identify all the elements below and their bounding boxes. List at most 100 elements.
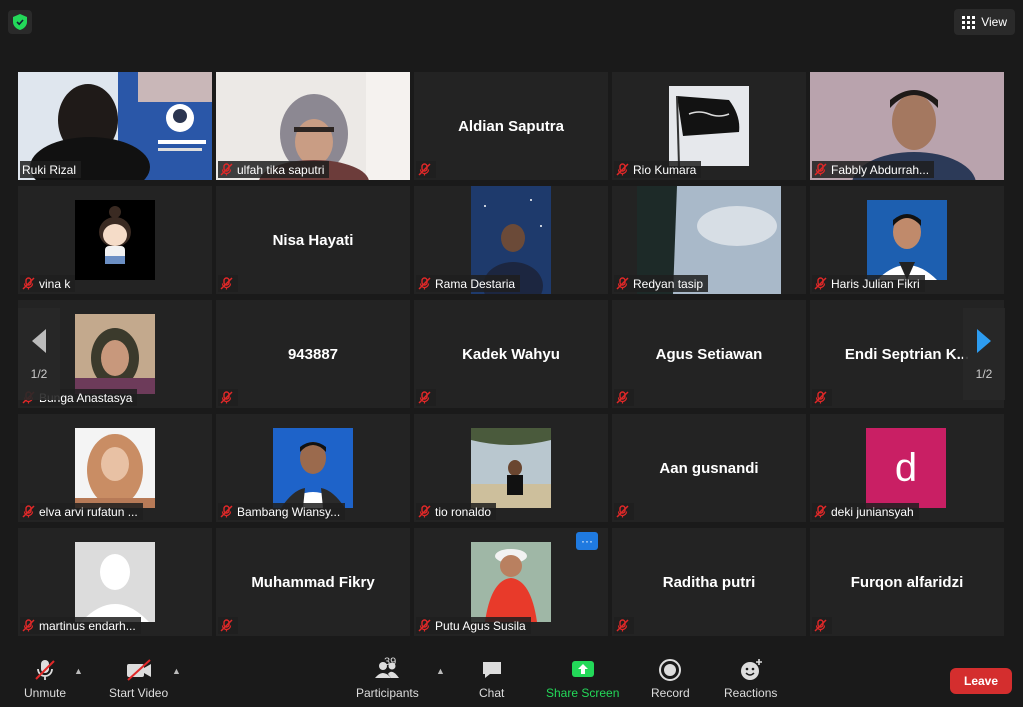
participant-name: Rama Destaria [435, 276, 516, 291]
mic-muted-icon [814, 163, 827, 176]
chat-label: Chat [479, 686, 505, 700]
participant-label [416, 389, 436, 406]
participant-tile[interactable]: Redyan tasip [612, 186, 806, 294]
participant-tile[interactable]: Nisa Hayati [216, 186, 410, 294]
participant-tile[interactable]: 943887 [216, 300, 410, 408]
mic-muted-icon [22, 277, 35, 290]
mic-muted-icon [220, 163, 233, 176]
mic-muted-icon [616, 277, 629, 290]
audio-options-caret-icon[interactable]: ▲ [74, 666, 83, 676]
participant-label: Rio Kumara [614, 161, 702, 178]
participant-tile[interactable]: Aan gusnandi [612, 414, 806, 522]
view-button[interactable]: View [954, 9, 1015, 35]
participant-tile[interactable]: Aldian Saputra [414, 72, 608, 180]
mic-muted-icon [616, 391, 629, 404]
unmute-button[interactable]: Unmute [24, 658, 66, 700]
participant-display-name: Muhammad Fikry [251, 573, 375, 591]
participant-name: martinus endarh... [39, 618, 136, 633]
participant-label: Haris Julian Fikri [812, 275, 925, 292]
participant-label: martinus endarh... [20, 617, 141, 634]
participant-tile[interactable]: Raditha putri [612, 528, 806, 636]
mic-muted-icon [814, 619, 827, 632]
start-video-button[interactable]: Start Video [109, 658, 168, 700]
view-label: View [981, 15, 1007, 29]
participant-display-name: 943887 [287, 345, 339, 363]
participant-label [614, 617, 634, 634]
participant-label: vina k [20, 275, 76, 292]
mic-muted-icon [35, 660, 55, 680]
participant-label [218, 389, 238, 406]
reactions-button[interactable]: Reactions [724, 658, 777, 700]
previous-page-button[interactable]: 1/2 [18, 308, 60, 400]
participant-label [218, 617, 238, 634]
participant-label [218, 275, 238, 292]
video-options-caret-icon[interactable]: ▲ [172, 666, 181, 676]
participant-display-name: Agus Setiawan [655, 345, 763, 363]
participant-tile[interactable]: Ruki Rizal [18, 72, 212, 180]
participant-label: elva arvi rufatun ... [20, 503, 143, 520]
participant-name: Putu Agus Susila [435, 618, 526, 633]
participant-photo [669, 86, 749, 166]
participant-display-name: Kadek Wahyu [462, 345, 560, 363]
participant-label [614, 503, 634, 520]
participant-display-name: Furqon alfaridzi [850, 573, 964, 591]
participant-label: Redyan tasip [614, 275, 709, 292]
default-avatar-icon [75, 542, 155, 622]
unmute-label: Unmute [24, 686, 67, 700]
avatar-initial: d [866, 428, 946, 508]
participant-tile[interactable]: Fabbly Abdurrah... [810, 72, 1004, 180]
participant-label: ulfah tika saputri [218, 161, 330, 178]
gallery-grid: Ruki Rizal ulfah tika saputri Aldian Sap… [18, 72, 1006, 638]
mic-muted-icon [22, 619, 35, 632]
record-icon [659, 659, 682, 681]
next-page-button[interactable]: 1/2 [963, 308, 1005, 400]
participant-tile[interactable]: vina k [18, 186, 212, 294]
participants-label: Participants [356, 686, 419, 700]
participant-label [812, 617, 832, 634]
participant-label: Fabbly Abdurrah... [812, 161, 935, 178]
participant-tile[interactable]: d deki juniansyah [810, 414, 1004, 522]
participant-tile[interactable]: Rama Destaria [414, 186, 608, 294]
participant-photo [867, 200, 947, 280]
mic-muted-icon [814, 391, 827, 404]
participant-name: Ruki Rizal [22, 162, 77, 177]
leave-button[interactable]: Leave [950, 668, 1012, 694]
chat-button[interactable]: Chat [479, 658, 504, 700]
mic-muted-icon [220, 619, 233, 632]
chevron-right-icon [977, 329, 991, 353]
participants-button[interactable]: 39 Participants [356, 656, 419, 700]
participant-tile[interactable]: Rio Kumara [612, 72, 806, 180]
participant-photo [273, 428, 353, 508]
participant-name: ulfah tika saputri [237, 162, 325, 177]
participant-name: vina k [39, 276, 71, 291]
participant-tile[interactable]: Muhammad Fikry [216, 528, 410, 636]
participant-name: Rio Kumara [633, 162, 697, 177]
participant-tile[interactable]: Agus Setiawan [612, 300, 806, 408]
participant-display-name: Nisa Hayati [272, 231, 354, 249]
chevron-left-icon [32, 329, 46, 353]
participant-tile[interactable]: tio ronaldo [414, 414, 608, 522]
participant-tile[interactable]: ulfah tika saputri [216, 72, 410, 180]
participant-tile[interactable]: Kadek Wahyu [414, 300, 608, 408]
mic-muted-icon [22, 505, 35, 518]
record-button[interactable]: Record [651, 658, 690, 700]
share-screen-button[interactable]: Share Screen [546, 658, 619, 700]
mic-muted-icon [418, 505, 431, 518]
mic-muted-icon [616, 619, 629, 632]
participant-tile[interactable]: Bambang Wiansy... [216, 414, 410, 522]
participant-name: deki juniansyah [831, 504, 914, 519]
participant-name: Fabbly Abdurrah... [831, 162, 930, 177]
participant-tile[interactable]: ··· Putu Agus Susila [414, 528, 608, 636]
chat-icon [482, 662, 501, 678]
participant-tile[interactable]: Furqon alfaridzi [810, 528, 1004, 636]
more-options-button[interactable]: ··· [576, 532, 598, 550]
participant-tile[interactable]: elva arvi rufatun ... [18, 414, 212, 522]
participant-name: tio ronaldo [435, 504, 492, 519]
participant-tile[interactable]: martinus endarh... [18, 528, 212, 636]
mic-muted-icon [418, 391, 431, 404]
mic-muted-icon [418, 163, 431, 176]
security-shield-icon[interactable] [8, 10, 32, 34]
participants-options-caret-icon[interactable]: ▲ [436, 666, 445, 676]
participant-tile[interactable]: Haris Julian Fikri [810, 186, 1004, 294]
share-screen-label: Share Screen [546, 686, 620, 700]
